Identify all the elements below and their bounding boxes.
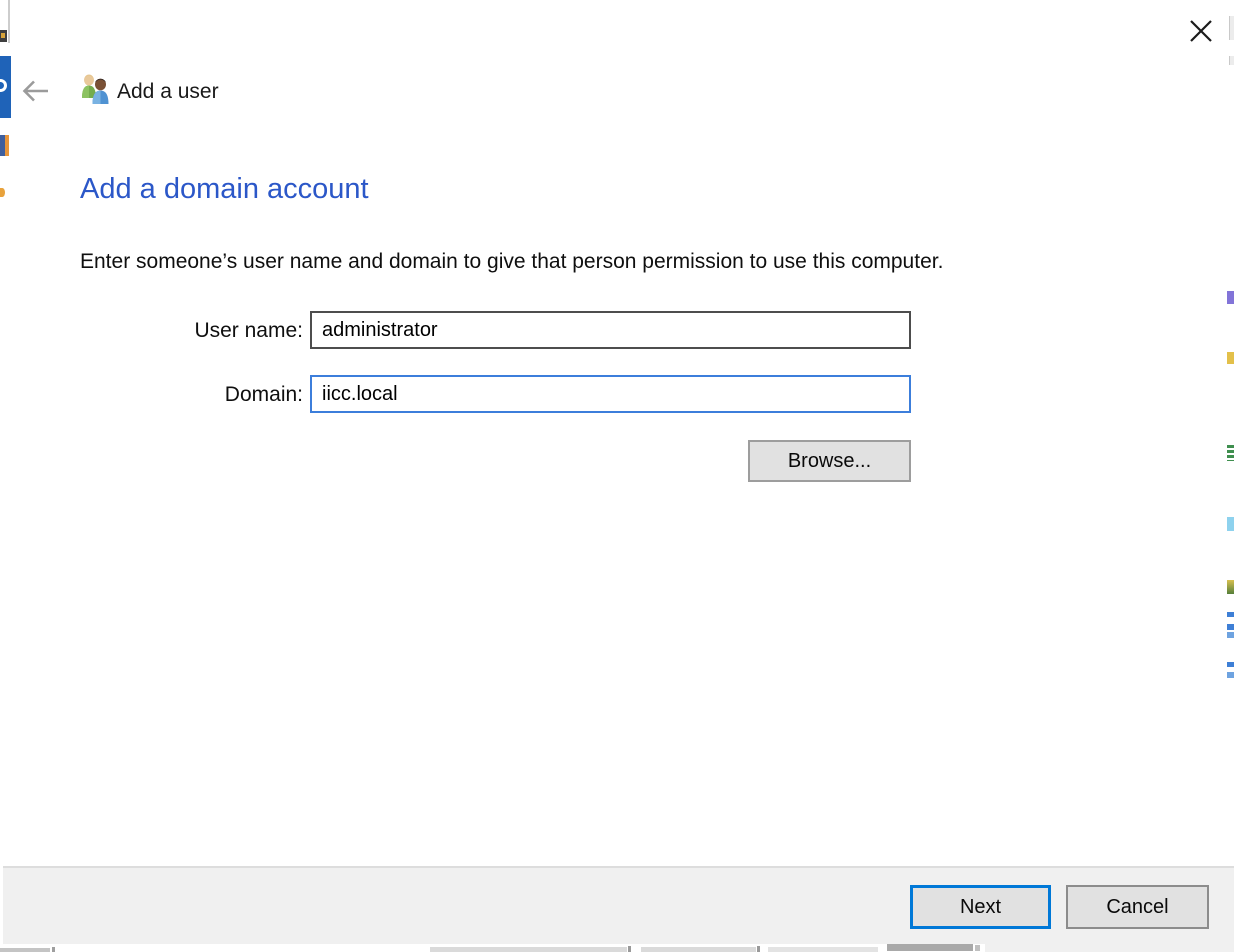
background-fragment xyxy=(1227,624,1234,630)
add-user-icon xyxy=(79,72,111,106)
background-fragment xyxy=(757,946,760,952)
background-fragment xyxy=(1227,662,1234,667)
username-input[interactable] xyxy=(310,311,911,349)
background-fragment xyxy=(52,947,55,952)
background-fragment xyxy=(628,946,631,952)
background-fragment xyxy=(768,947,878,952)
browse-button[interactable]: Browse... xyxy=(748,440,911,482)
domain-label: Domain: xyxy=(60,383,303,407)
background-fragment xyxy=(1227,517,1234,531)
background-fragment xyxy=(1229,56,1234,65)
background-fragment xyxy=(975,945,980,951)
background-fragment xyxy=(1227,291,1234,304)
background-fragment xyxy=(1,33,5,38)
background-fragment xyxy=(641,947,756,952)
background-fragment xyxy=(1227,580,1234,594)
background-fragment xyxy=(0,948,50,952)
username-label: User name: xyxy=(60,319,303,343)
background-fragment xyxy=(8,0,10,43)
background-fragment xyxy=(430,947,627,952)
cancel-button[interactable]: Cancel xyxy=(1066,885,1209,929)
footer-left-gap xyxy=(0,866,3,952)
description-text: Enter someone’s user name and domain to … xyxy=(80,250,1120,274)
close-button[interactable] xyxy=(1184,14,1218,48)
background-fragment xyxy=(1227,612,1234,617)
close-icon xyxy=(1188,18,1214,44)
background-fragment xyxy=(0,188,5,197)
background-scrollbar-thumb[interactable] xyxy=(887,944,973,951)
background-fragment xyxy=(1227,632,1234,638)
background-fragment xyxy=(5,135,9,156)
back-arrow-icon xyxy=(21,78,51,104)
page-heading: Add a domain account xyxy=(80,173,369,206)
domain-input[interactable] xyxy=(310,375,911,413)
background-fragment xyxy=(1227,672,1234,678)
back-button[interactable] xyxy=(18,74,54,108)
background-fragment xyxy=(1229,16,1234,40)
background-fragment xyxy=(1227,352,1234,364)
next-button[interactable]: Next xyxy=(910,885,1051,929)
dialog-title: Add a user xyxy=(117,79,219,105)
background-fragment xyxy=(1227,445,1234,461)
